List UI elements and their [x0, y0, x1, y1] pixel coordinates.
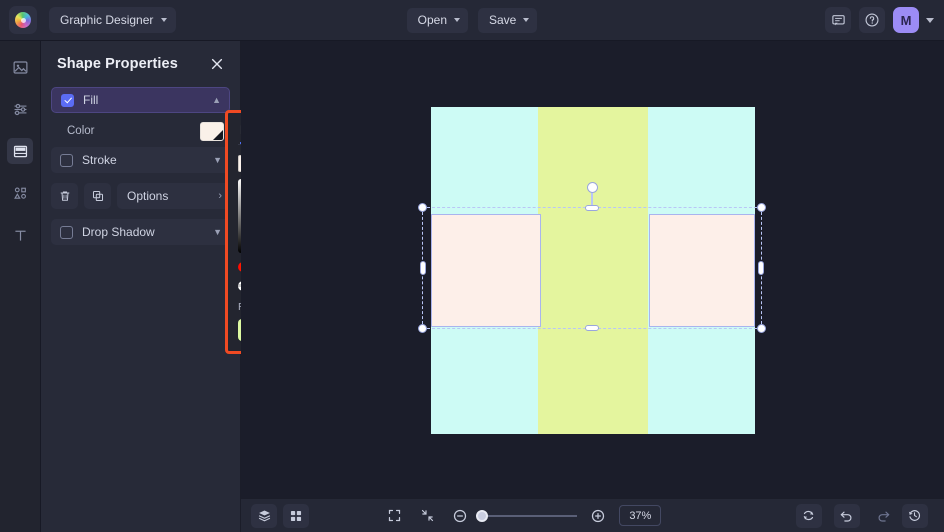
project-name-label: Graphic Designer [60, 13, 153, 27]
bottom-toolbar: 37% [241, 498, 944, 532]
zoom-in-button[interactable] [586, 504, 610, 528]
fill-section-row[interactable]: Fill ▲ [51, 87, 230, 113]
shape-properties-panel: Shape Properties Fill ▲ Color Stroke ▼ [41, 41, 241, 532]
rotation-stem [591, 192, 592, 205]
zoom-out-button[interactable] [448, 504, 472, 528]
options-button[interactable]: Options › [117, 183, 230, 209]
page-title: Shape Properties [57, 56, 178, 72]
resize-handle-bottom-left[interactable] [418, 324, 427, 333]
close-icon [210, 57, 224, 71]
fill-label: Fill [83, 93, 98, 107]
drop-shadow-label: Drop Shadow [82, 225, 155, 239]
stroke-section-row[interactable]: Stroke ▼ [51, 147, 230, 173]
open-button[interactable]: Open [407, 8, 468, 33]
zoom-slider-handle[interactable] [476, 510, 488, 522]
trash-icon [58, 189, 72, 203]
drop-shadow-checkbox[interactable] [60, 226, 73, 239]
redo-button[interactable] [872, 504, 896, 528]
zoom-slider[interactable] [481, 515, 577, 517]
selection-bounding-box[interactable] [422, 207, 762, 329]
reset-icon [801, 508, 816, 523]
fit-screen-button[interactable] [382, 504, 406, 528]
resize-handle-bottom-right[interactable] [757, 324, 766, 333]
shapes-icon [12, 185, 29, 202]
top-right-actions: M [825, 7, 944, 33]
shrink-to-fit-button[interactable] [415, 504, 439, 528]
chevron-up-icon[interactable]: ▲ [212, 96, 221, 105]
resize-handle-right[interactable] [758, 261, 764, 275]
undo-button[interactable] [834, 504, 860, 528]
comments-button[interactable] [825, 7, 851, 33]
fill-color-row: Color [51, 115, 230, 147]
grid-icon [289, 509, 303, 523]
resize-handle-top-left[interactable] [418, 203, 427, 212]
redo-icon [876, 508, 891, 523]
stroke-checkbox[interactable] [60, 154, 73, 167]
undo-icon [839, 508, 854, 523]
save-button[interactable]: Save [478, 8, 537, 33]
chevron-right-icon: › [218, 190, 222, 202]
resize-handle-top-right[interactable] [757, 203, 766, 212]
app-logo-icon [15, 12, 31, 28]
adjustments-icon [12, 101, 29, 118]
grid-view-button[interactable] [283, 504, 309, 528]
app-window: Graphic Designer Open Save [0, 0, 944, 532]
history-button[interactable] [902, 504, 928, 528]
account-chevron-down-icon[interactable] [926, 18, 934, 23]
canvas-viewport[interactable] [241, 41, 944, 498]
chevron-down-icon [161, 18, 167, 22]
zoom-in-icon [590, 508, 606, 524]
delete-shape-button[interactable] [51, 183, 78, 209]
chevron-down-icon[interactable]: ▼ [213, 156, 222, 165]
text-icon [12, 227, 29, 244]
color-label: Color [67, 125, 94, 137]
fill-color-swatch[interactable] [200, 122, 224, 141]
zoom-controls: 37% [382, 504, 661, 528]
app-logo-button[interactable] [9, 6, 37, 34]
resize-handle-top[interactable] [585, 205, 599, 211]
image-icon [12, 59, 29, 76]
layers-icon [257, 508, 272, 523]
options-label: Options [127, 189, 168, 203]
user-avatar[interactable]: M [893, 7, 919, 33]
chat-icon [831, 13, 846, 28]
help-button[interactable] [859, 7, 885, 33]
history-controls [796, 504, 934, 528]
resize-handle-left[interactable] [420, 261, 426, 275]
help-circle-icon [864, 12, 880, 28]
top-toolbar: Graphic Designer Open Save [0, 0, 944, 41]
save-label: Save [489, 13, 516, 27]
duplicate-shape-button[interactable] [84, 183, 111, 209]
drop-shadow-section-row[interactable]: Drop Shadow ▼ [51, 219, 230, 245]
history-icon [907, 508, 922, 523]
layers-button[interactable] [251, 504, 277, 528]
rail-item-adjustments[interactable] [7, 96, 33, 122]
avatar-initial: M [901, 13, 912, 28]
rail-item-layout[interactable] [7, 138, 33, 164]
shape-actions-row: Options › [51, 183, 230, 209]
left-tool-rail [0, 41, 41, 532]
open-label: Open [418, 13, 447, 27]
chevron-down-icon [523, 18, 529, 22]
shrink-icon [420, 508, 435, 523]
chevron-down-icon[interactable]: ▼ [213, 228, 222, 237]
zoom-out-icon [452, 508, 468, 524]
rail-item-text[interactable] [7, 222, 33, 248]
stroke-label: Stroke [82, 153, 117, 167]
rail-item-image[interactable] [7, 54, 33, 80]
rail-item-shapes[interactable] [7, 180, 33, 206]
fill-checkbox[interactable] [61, 94, 74, 107]
duplicate-icon [91, 189, 105, 203]
resize-handle-bottom[interactable] [585, 325, 599, 331]
zoom-level-value[interactable]: 37% [619, 505, 661, 526]
panel-header: Shape Properties [41, 41, 240, 87]
reset-button[interactable] [796, 504, 822, 528]
fit-screen-icon [387, 508, 402, 523]
chevron-down-icon [454, 18, 460, 22]
layout-icon [12, 143, 29, 160]
rotate-handle[interactable] [587, 182, 598, 193]
close-panel-button[interactable] [208, 55, 226, 73]
project-name-dropdown[interactable]: Graphic Designer [49, 7, 176, 33]
